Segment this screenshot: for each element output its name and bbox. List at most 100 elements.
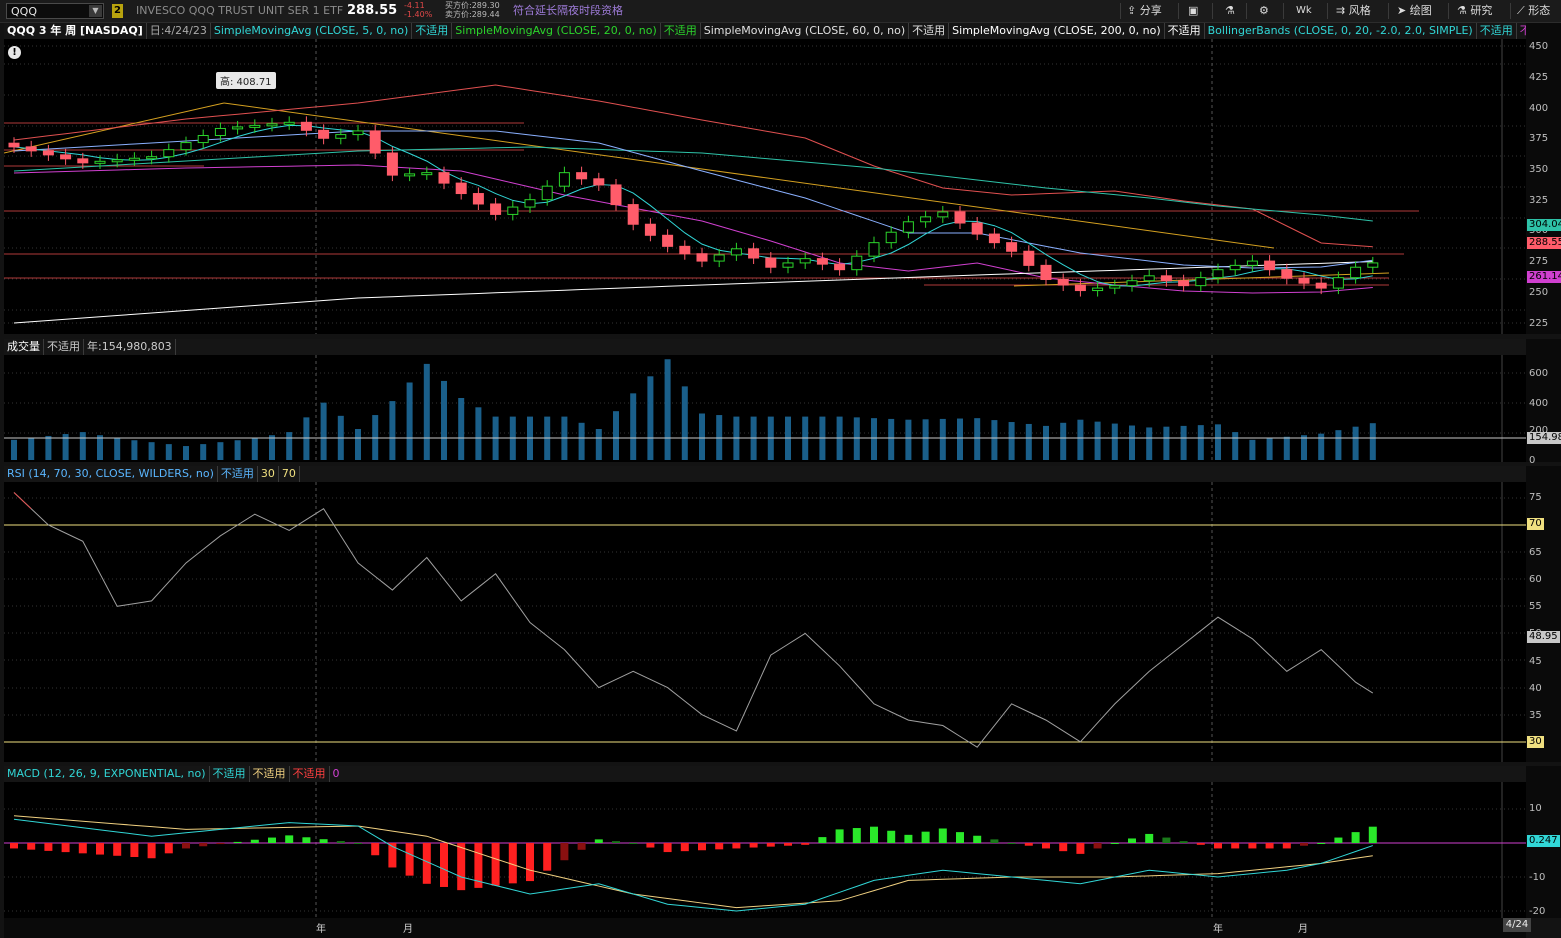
drawing-button[interactable]: ➤ 绘图 <box>1397 0 1432 22</box>
timeframe-button[interactable]: Wk <box>1296 0 1312 22</box>
studies-button[interactable]: ⚗ 研究 <box>1457 0 1492 22</box>
time-label-month: 月 <box>1298 924 1308 935</box>
candle-body <box>1350 266 1362 279</box>
volume-bar <box>991 420 998 460</box>
volume-bar <box>45 435 52 460</box>
axis-tick-label: -20 <box>1529 906 1546 917</box>
axis-tick-label: 45 <box>1529 656 1542 667</box>
divider <box>1120 3 1121 19</box>
extended-hours-badge[interactable]: 符合延长隔夜时段资格 <box>513 0 623 22</box>
share-icon: ⇪ <box>1127 4 1137 17</box>
macd-histogram-bar <box>302 837 311 843</box>
axis-tick-label: 600 <box>1529 368 1549 379</box>
volume-pane[interactable]: 成交量 不适用 年:154,980,803 <box>4 339 1526 462</box>
volume-bar <box>1008 422 1015 460</box>
volume-bar <box>613 411 619 460</box>
macd-histogram-bar <box>1196 843 1205 845</box>
volume-bar <box>1266 438 1273 460</box>
chevron-down-icon[interactable]: ▼ <box>89 5 102 17</box>
time-label-month: 月 <box>403 924 413 935</box>
divider <box>1246 3 1247 19</box>
candle-body <box>868 242 880 257</box>
candle-body <box>490 203 502 215</box>
volume-bar <box>905 419 912 460</box>
rsi-os-flag: 30 <box>1527 736 1544 748</box>
volume-bar <box>355 429 361 460</box>
volume-bar <box>939 418 946 460</box>
sma20-line <box>13 130 1373 269</box>
macd-histogram-bar <box>354 843 362 844</box>
candle-body <box>42 150 54 156</box>
volume-bar <box>97 435 103 460</box>
bb-lower-flag: 261.14 <box>1527 271 1561 283</box>
volume-bar <box>251 438 258 460</box>
candle-body <box>782 262 794 268</box>
candle-body <box>799 258 811 264</box>
time-axis[interactable]: 年 月 年 月 <box>4 918 1526 938</box>
share-button[interactable]: ⇪ 分享 <box>1127 0 1162 22</box>
candle-body <box>851 255 863 271</box>
rsi-line <box>13 492 1374 748</box>
volume-bar <box>1335 430 1342 460</box>
camera-icon: ▣ <box>1188 4 1199 17</box>
patterns-button[interactable]: ⟋ 形态 <box>1517 0 1550 22</box>
rsi-pane[interactable]: RSI (14, 70, 30, CLOSE, WILDERS, no) 不适用 3… <box>4 466 1526 762</box>
macd-histogram-bar <box>732 843 741 849</box>
macd-histogram-bar <box>182 843 190 849</box>
axis-tick-label: 350 <box>1529 164 1549 175</box>
bb-lower-line <box>13 164 1373 294</box>
macd-histogram-bar <box>612 841 620 843</box>
candle-body <box>644 223 656 236</box>
volume-bar <box>595 429 602 460</box>
cursor-icon: ➤ <box>1397 4 1407 17</box>
macd-histogram-bar <box>457 843 466 891</box>
macd-histogram-bar <box>715 843 724 850</box>
ask-price: 卖方价:289.44 <box>445 10 500 19</box>
instrument-name: INVESCO QQQ TRUST UNIT SER 1 ETF <box>136 4 344 17</box>
settings-button[interactable]: ⚙ <box>1259 0 1269 22</box>
axis-tick-label: 0 <box>1529 455 1536 466</box>
macd-histogram-bar <box>147 843 156 859</box>
symbol-text: QQQ <box>11 5 37 18</box>
candle-body <box>8 142 20 148</box>
flask-button[interactable]: ⚗ <box>1225 0 1235 22</box>
trend-line <box>223 102 1275 249</box>
candle-body <box>816 258 828 265</box>
macd-histogram-bar <box>818 837 827 843</box>
macd-pane[interactable]: MACD (12, 26, 9, EXPONENTIAL, no) 不适用 不适用不… <box>4 766 1526 918</box>
candle-body <box>1332 277 1344 289</box>
symbol-selector[interactable]: QQQ ▼ <box>6 3 104 19</box>
pattern-icon: ⟋ <box>1517 4 1525 17</box>
axis-tick-label: 250 <box>1529 287 1549 298</box>
candle-body <box>1281 269 1293 279</box>
macd-line <box>13 818 1373 912</box>
macd-histogram-bar <box>1162 837 1171 843</box>
style-button[interactable]: ⇉ 风格 <box>1336 0 1371 22</box>
volume-bar <box>200 444 207 460</box>
macd-histogram-bar <box>543 843 552 871</box>
volume-bar <box>303 417 310 460</box>
candle-body <box>662 234 674 247</box>
candle-body <box>232 126 244 130</box>
macd-chart <box>4 782 1526 918</box>
macd-histogram-bar <box>1351 832 1360 843</box>
divider <box>1212 3 1213 19</box>
macd-histogram-bar <box>904 834 913 843</box>
macd-histogram-bar <box>491 843 500 886</box>
macd-histogram-bar <box>921 831 930 843</box>
volume-bar <box>1077 419 1084 460</box>
candle-body <box>404 173 416 177</box>
candle-body <box>438 172 450 184</box>
volume-bar <box>1043 425 1049 460</box>
candle-body <box>249 124 261 128</box>
price-pane[interactable]: QQQ 3 年 周 [NASDAQ] 日:4/24/23 SimpleMovingA… <box>4 23 1526 334</box>
volume-bar <box>1232 432 1239 460</box>
macd-histogram-bar <box>1024 843 1033 846</box>
snapshot-button[interactable]: ▣ <box>1188 0 1198 22</box>
candle-body <box>1126 280 1138 287</box>
macd-histogram-bar <box>10 843 18 849</box>
candle-body <box>610 184 622 206</box>
axis-tick-label: 425 <box>1529 72 1549 83</box>
axis-tick-label: 375 <box>1529 133 1549 144</box>
link-group-badge[interactable]: 2 <box>112 4 123 18</box>
